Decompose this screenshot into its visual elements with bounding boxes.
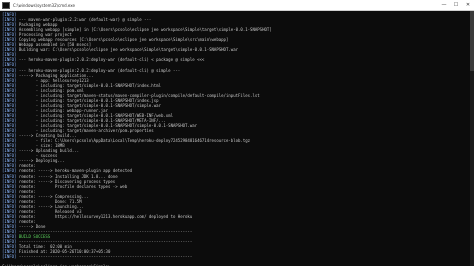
title-bar[interactable]: C:\windows\system32\cmd.exe — ☐ ✕ xyxy=(0,0,474,11)
cmd-app-icon xyxy=(2,1,10,9)
close-button[interactable]: ✕ xyxy=(462,0,474,10)
screen: C:\windows\system32\cmd.exe — ☐ ✕ [INFO]… xyxy=(0,0,474,266)
maximize-button[interactable]: ☐ xyxy=(450,0,462,10)
log-message: --- heroku-maven-plugin:2.0.2:deploy-war… xyxy=(18,57,205,63)
scrollbar-thumb[interactable] xyxy=(470,11,474,71)
window-controls: — ☐ ✕ xyxy=(438,0,474,10)
log-message: Building war: C:\Users\pcsolo\eclipse je… xyxy=(18,47,239,53)
window-title: C:\windows\system32\cmd.exe xyxy=(13,2,75,8)
console-output[interactable]: [INFO] [INFO] --- maven-war-plugin:2.2:w… xyxy=(2,12,472,266)
minimize-button[interactable]: — xyxy=(438,0,450,10)
log-level-tag: [INFO] xyxy=(2,254,19,260)
log-message: remote: https://hellosurvey1213.herokuap… xyxy=(18,213,193,219)
log-message: ----------------------------------------… xyxy=(18,254,193,260)
terminal-window[interactable]: C:\windows\system32\cmd.exe — ☐ ✕ [INFO]… xyxy=(0,0,474,266)
